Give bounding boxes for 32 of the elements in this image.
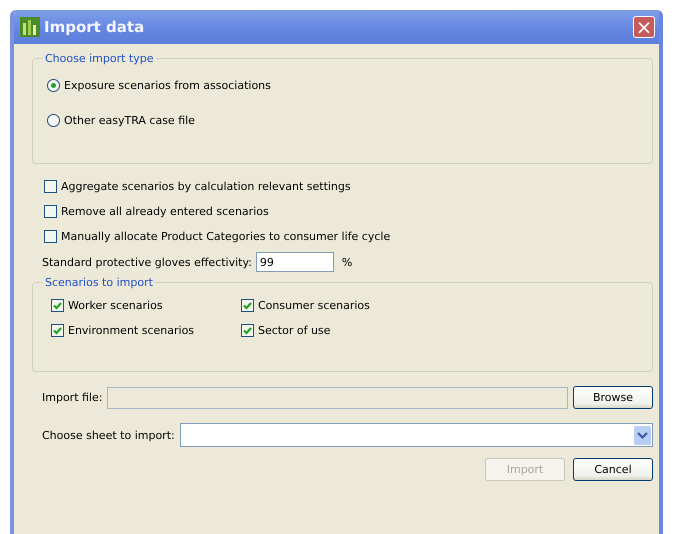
browse-button[interactable]: Browse: [573, 386, 653, 409]
app-icon: [20, 17, 40, 37]
checkbox-label: Consumer scenarios: [258, 299, 370, 312]
close-button[interactable]: ×: [633, 16, 655, 38]
checkbox-label: Manually allocate Product Categories to consumer life cycle: [61, 230, 390, 243]
checkbox[interactable]: [241, 299, 254, 312]
checkbox[interactable]: [44, 180, 57, 193]
option-label: Exposure scenarios from associations: [64, 79, 271, 92]
sheet-dropdown[interactable]: [180, 423, 653, 447]
checkbox-label: Aggregate scenarios by calculation relevant settings: [61, 180, 351, 193]
checkbox[interactable]: [44, 230, 57, 243]
group-title: Choose import type: [44, 52, 154, 65]
checkbox[interactable]: [241, 324, 254, 337]
group-title: Scenarios to import: [44, 276, 154, 289]
checkbox[interactable]: [51, 324, 64, 337]
checkbox[interactable]: [44, 205, 57, 218]
checkbox[interactable]: [51, 299, 64, 312]
radio-button[interactable]: [47, 79, 60, 92]
checkbox-label: Sector of use: [258, 324, 330, 337]
cancel-button[interactable]: Cancel: [573, 458, 653, 481]
file-field[interactable]: [107, 386, 568, 408]
checkbox-label: Remove all already entered scenarios: [61, 205, 269, 218]
field-label: Choose sheet to import:: [42, 428, 175, 442]
unit-label: %: [342, 256, 352, 268]
checkbox-label: Environment scenarios: [68, 324, 194, 337]
field-label: Standard protective gloves effectivity:: [42, 256, 252, 268]
option-label: Other easyTRA case file: [64, 114, 195, 127]
checkbox-label: Worker scenarios: [68, 299, 163, 312]
window-title: Import data: [44, 18, 146, 36]
field-label: Import file:: [42, 391, 102, 404]
input-field[interactable]: 99: [256, 252, 334, 272]
radio-button[interactable]: [47, 114, 60, 127]
